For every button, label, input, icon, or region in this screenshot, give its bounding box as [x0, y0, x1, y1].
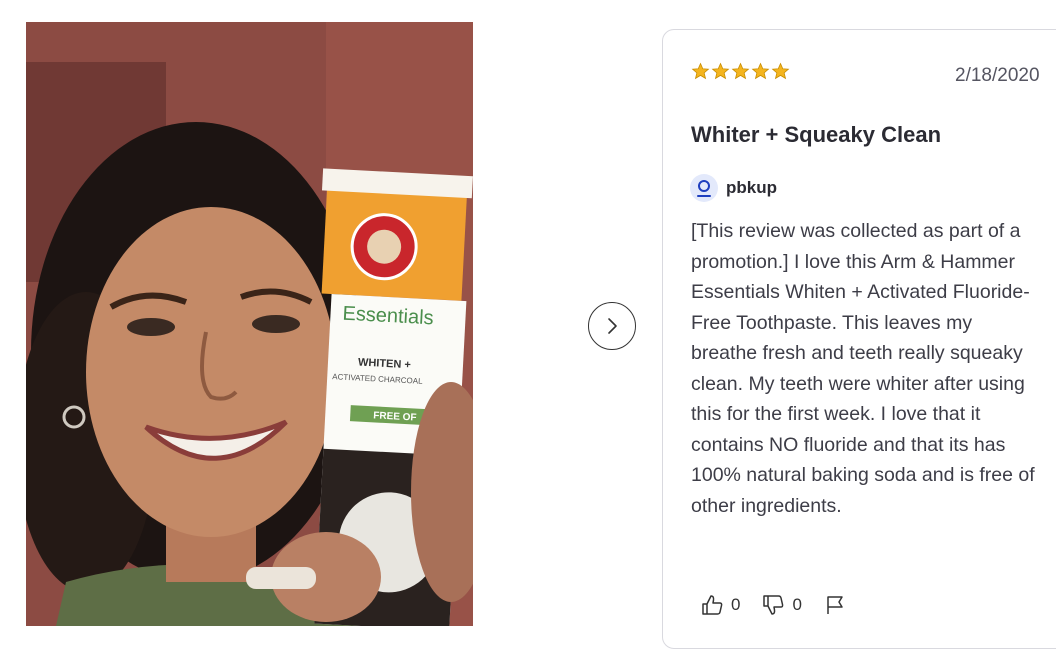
review-title: Whiter + Squeaky Clean — [691, 122, 942, 147]
reviewer[interactable]: pbkup — [690, 174, 777, 202]
chevron-right-icon — [608, 318, 617, 334]
report-button[interactable] — [824, 594, 846, 616]
unhelpful-button[interactable]: 0 — [762, 594, 802, 616]
review-actions: 0 0 — [701, 594, 846, 616]
review-photo[interactable]: Essentials WHITEN + ACTIVATED CHARCOAL F… — [26, 22, 473, 626]
star-icon — [771, 62, 790, 80]
review-card: 2/18/2020 Whiter + Squeaky Clean pbkup [… — [662, 29, 1056, 649]
tube-badge: FREE OF — [373, 410, 417, 423]
unhelpful-count: 0 — [792, 595, 802, 614]
review-photo-image: Essentials WHITEN + ACTIVATED CHARCOAL F… — [26, 22, 473, 626]
star-icon — [751, 62, 770, 80]
review-body: [This review was collected as part of a … — [691, 220, 1035, 517]
thumbs-up-icon — [702, 595, 723, 615]
reviewer-username[interactable]: pbkup — [726, 178, 777, 198]
star-icon — [731, 62, 750, 80]
user-icon — [690, 174, 718, 202]
star-icon — [691, 62, 710, 80]
review-date: 2/18/2020 — [955, 65, 1040, 86]
helpful-button[interactable]: 0 — [701, 594, 740, 616]
helpful-count: 0 — [731, 595, 741, 614]
next-photo-button[interactable] — [588, 302, 636, 350]
star-rating — [691, 62, 790, 81]
star-icon — [711, 62, 730, 80]
thumbs-down-icon — [763, 595, 784, 615]
flag-icon — [827, 596, 843, 614]
